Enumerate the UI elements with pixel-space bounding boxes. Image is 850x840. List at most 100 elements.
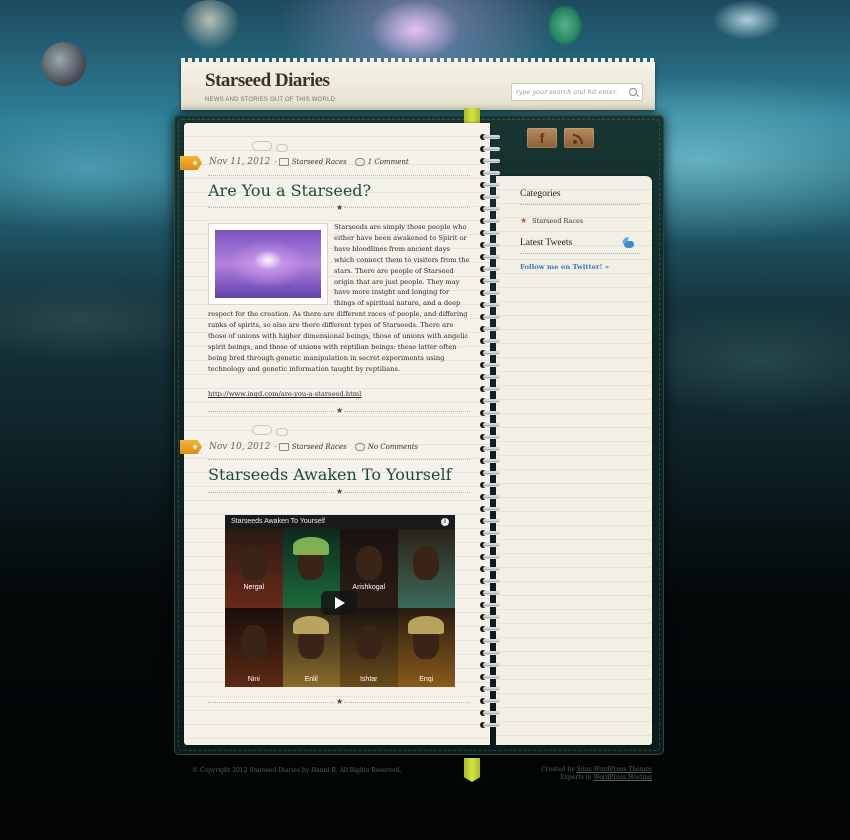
header-art-planet	[180, 0, 240, 50]
tweets-heading: Latest Tweets	[520, 238, 573, 248]
video-label: Nini	[247, 676, 260, 683]
post-comments-link[interactable]: No Comments	[368, 443, 418, 451]
footer-created-prefix: Created by	[541, 766, 575, 773]
spiral-ring	[480, 710, 502, 716]
divider	[208, 175, 470, 176]
post-title[interactable]: Are You a Starseed?	[208, 181, 371, 200]
star-icon: ★	[520, 216, 528, 225]
spiral-ring	[480, 638, 502, 644]
spiral-ring	[480, 518, 502, 524]
star-icon: ★	[336, 697, 344, 706]
date-tab	[180, 440, 202, 454]
header-art-alien	[548, 5, 582, 45]
spiral-ring	[480, 230, 502, 236]
spiral-ring	[480, 542, 502, 548]
spiral-ring	[480, 362, 502, 368]
spiral-ring	[480, 494, 502, 500]
spiral-ring	[480, 470, 502, 476]
play-button[interactable]	[321, 591, 357, 615]
divider	[344, 207, 470, 208]
spiral-ring	[480, 398, 502, 404]
post-comments-link[interactable]: 1 Comment	[368, 158, 409, 166]
facebook-button[interactable]: f	[527, 128, 557, 148]
video-face: Nergal	[225, 529, 283, 608]
video-face	[397, 529, 455, 608]
post-date: Nov 10, 2012	[209, 442, 271, 452]
footer-themes-link[interactable]: Sites WordPress Themes	[577, 766, 652, 773]
spiral-ring	[480, 194, 502, 200]
site-header: Starseed Diaries NEWS AND STORIES OUT OF…	[181, 58, 655, 110]
post-meta: Nov 10, 2012 - Starseed Races No Comment…	[209, 442, 418, 452]
meta-separator: -	[274, 443, 277, 451]
spiral-ring	[480, 254, 502, 260]
video-player[interactable]: Starseeds Awaken To Yourself i Nergal Ar…	[225, 515, 455, 687]
footer-experts-prefix: Experts in	[560, 774, 592, 781]
categories-heading: Categories	[520, 189, 561, 199]
spiral-ring	[480, 722, 502, 728]
folder-icon	[278, 443, 289, 451]
spiral-ring	[480, 530, 502, 536]
spiral-ring	[480, 170, 502, 176]
site-title[interactable]: Starseed Diaries	[205, 70, 330, 92]
video-label: Enqi	[419, 676, 434, 683]
spiral-ring	[480, 458, 502, 464]
spiral-ring	[480, 266, 502, 272]
spiral-ring	[480, 338, 502, 344]
post-title[interactable]: Starseeds Awaken To Yourself	[208, 465, 452, 484]
cloud-icon	[252, 141, 272, 151]
spiral-binding	[480, 134, 502, 734]
sidebar-page	[496, 176, 652, 745]
divider	[344, 492, 470, 493]
spiral-ring	[480, 302, 502, 308]
folder-icon	[278, 158, 289, 166]
meta-separator: -	[274, 158, 277, 166]
post-category-link[interactable]: Starseed Races	[292, 158, 347, 166]
post-category-link[interactable]: Starseed Races	[292, 443, 347, 451]
video-face: Enlil	[282, 608, 340, 687]
divider	[208, 492, 334, 493]
star-icon: ★	[336, 487, 344, 496]
facebook-icon: f	[539, 130, 545, 146]
spiral-ring	[480, 554, 502, 560]
search-input[interactable]	[516, 84, 622, 100]
spiral-ring	[480, 386, 502, 392]
star-icon: ★	[336, 203, 344, 212]
search-icon[interactable]	[629, 88, 637, 96]
header-art-orb	[42, 42, 86, 86]
spiral-ring	[480, 410, 502, 416]
divider	[208, 459, 470, 460]
divider	[520, 253, 640, 254]
footer-copyright: © Copyright 2012 Starseed Diaries by Han…	[192, 767, 402, 774]
post-date: Nov 11, 2012	[209, 157, 271, 167]
spiral-ring	[480, 206, 502, 212]
divider	[520, 204, 640, 205]
spiral-ring	[480, 482, 502, 488]
post-body: Starseeds are simply those people who ei…	[208, 222, 472, 375]
spiral-ring	[480, 146, 502, 152]
category-item[interactable]: ★ Starseed Races	[520, 216, 583, 225]
follow-twitter-link[interactable]: Follow me on Twitter! »	[520, 263, 609, 271]
divider	[208, 411, 334, 412]
video-titlebar: Starseeds Awaken To Yourself i	[225, 515, 455, 529]
spiral-ring	[480, 242, 502, 248]
footer-hosting-link[interactable]: WordPress Hosting	[593, 774, 652, 781]
footer-credits: Created by Sites WordPress Themes Expert…	[470, 766, 652, 782]
spiral-ring	[480, 290, 502, 296]
rss-icon	[573, 132, 585, 144]
spiral-ring	[480, 662, 502, 668]
rss-button[interactable]	[564, 128, 594, 148]
spiral-ring	[480, 434, 502, 440]
video-label: Ishtar	[359, 676, 378, 683]
spiral-ring	[480, 686, 502, 692]
spiral-ring	[480, 350, 502, 356]
post-source-link[interactable]: http://www.ingd.com/are-you-a-starseed.h…	[208, 390, 361, 398]
video-face: Ishtar	[340, 608, 398, 687]
spiral-ring	[480, 278, 502, 284]
spiral-ring	[480, 698, 502, 704]
video-title[interactable]: Starseeds Awaken To Yourself	[231, 518, 325, 525]
spiral-ring	[480, 422, 502, 428]
spiral-ring	[480, 182, 502, 188]
info-icon[interactable]: i	[441, 518, 449, 526]
spiral-ring	[480, 374, 502, 380]
spiral-ring	[480, 590, 502, 596]
